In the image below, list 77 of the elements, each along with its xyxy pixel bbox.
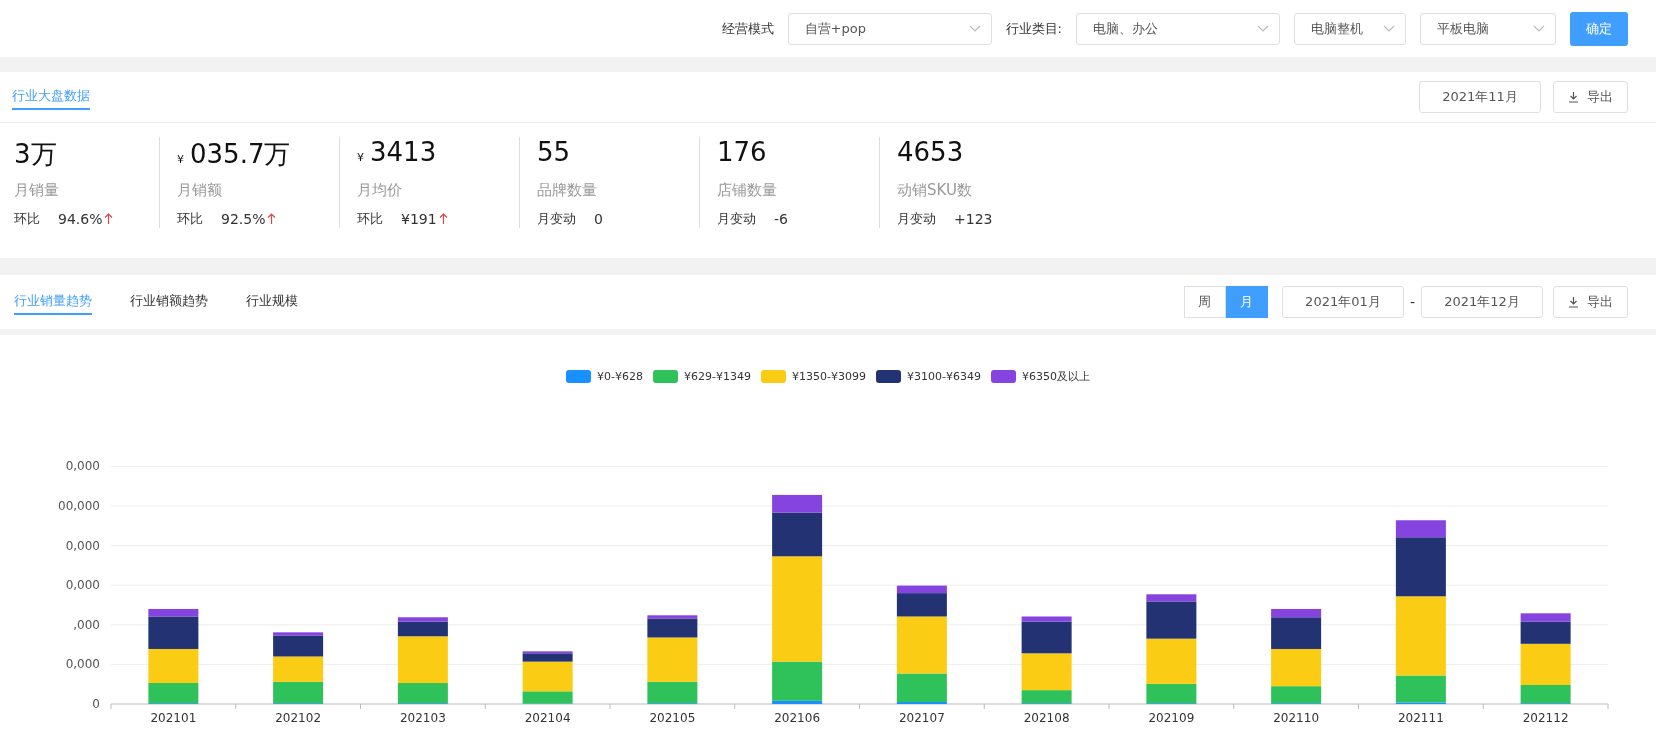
legend-label[interactable]: ¥629-¥1349 (684, 370, 751, 383)
export-button[interactable]: 导出 (1553, 286, 1628, 318)
x-axis-label: 202102 (275, 711, 322, 725)
x-axis-label: 202107 (898, 711, 945, 725)
change-value: -6 (774, 211, 788, 227)
filter-label: 经营模式 (721, 19, 774, 38)
trend-tab[interactable]: 行业规模 (246, 289, 298, 315)
y-axis-label: 0 (92, 697, 100, 711)
metric-label: 动销SKU数 (897, 181, 973, 200)
legend-label[interactable]: ¥1350-¥3099 (792, 370, 866, 383)
metric-label: 店铺数量 (717, 181, 778, 200)
month-picker[interactable]: 2021年11月 (1419, 81, 1541, 113)
change-value: 0 (594, 211, 603, 227)
download-icon (1568, 91, 1579, 103)
x-axis-label: 202105 (649, 711, 696, 725)
metric-label: 月销量 (14, 181, 60, 200)
currency-symbol: ¥ (177, 153, 184, 166)
metric-label: 月均价 (357, 181, 403, 200)
filter-select[interactable]: 电脑整机 (1294, 12, 1406, 45)
change-label: 环比 (14, 210, 40, 228)
change-value: +123 (954, 211, 993, 227)
x-axis-label: 202106 (774, 711, 821, 725)
change-label: 月变动 (537, 210, 576, 228)
filter-select[interactable]: 电脑、办公 (1076, 12, 1280, 45)
y-axis-label: 0,000 (65, 459, 100, 474)
x-axis-label: 202101 (150, 711, 197, 725)
currency-symbol: ¥ (357, 151, 364, 164)
change-value: ¥191 (401, 211, 437, 227)
change-value: 94.6% (58, 211, 103, 227)
change-label: 环比 (357, 210, 383, 228)
metric-value: 55 (537, 137, 571, 167)
change-label: 月变动 (897, 210, 936, 228)
y-axis-label: 0,000 (65, 578, 100, 593)
chevron-down-icon (968, 24, 981, 33)
period-toggle[interactable]: 周 (1183, 286, 1226, 318)
x-axis-label: 202112 (1522, 711, 1569, 725)
x-axis-label: 202104 (524, 711, 571, 725)
x-axis-label: 202109 (1148, 711, 1195, 725)
legend-label[interactable]: ¥3100-¥6349 (906, 370, 981, 383)
change-label: 环比 (177, 210, 203, 228)
metric-value: 3万 (14, 138, 57, 171)
export-button[interactable]: 导出 (1553, 81, 1628, 113)
metric-value: 176 (717, 137, 767, 167)
date-separator: - (1409, 294, 1415, 310)
filter-select[interactable]: 自营+pop (787, 12, 992, 45)
filter-select[interactable]: 平板电脑 (1420, 12, 1556, 45)
bar-segment (273, 656, 324, 682)
legend-swatch[interactable] (990, 370, 1016, 383)
x-axis-label: 202111 (1397, 711, 1444, 725)
y-axis-label: 00,000 (58, 499, 100, 513)
chevron-down-icon (1533, 24, 1545, 33)
trend-tab[interactable]: 行业销额趋势 (130, 289, 208, 315)
metric-label: 品牌数量 (537, 181, 598, 200)
metric-value: 4653 (897, 137, 964, 167)
x-axis-label: 202108 (1023, 711, 1070, 725)
change-label: 月变动 (717, 210, 756, 228)
legend-label[interactable]: ¥6350及以上 (1021, 369, 1090, 384)
legend-label[interactable]: ¥0-¥628 (597, 370, 644, 383)
download-icon (1568, 296, 1579, 308)
start-date-picker[interactable]: 2021年01月 (1281, 286, 1404, 318)
x-axis-label: 202110 (1273, 711, 1320, 725)
end-date-picker[interactable]: 2021年12月 (1421, 286, 1543, 318)
legend-swatch[interactable] (653, 370, 679, 383)
metric-label: 月销额 (177, 181, 223, 200)
chevron-down-icon (1257, 24, 1269, 33)
legend-swatch[interactable] (566, 370, 592, 383)
y-axis-label: 0,000 (65, 538, 100, 553)
metric-value: 3413 (370, 137, 437, 167)
change-value: 92.5% (221, 211, 266, 227)
metric-value: 035.7万 (190, 138, 291, 171)
filter-label: 行业类目: (1005, 19, 1062, 38)
chevron-down-icon (1383, 24, 1395, 33)
x-axis-label: 202103 (399, 711, 446, 725)
y-axis-label: 0,000 (65, 657, 100, 672)
legend-swatch[interactable] (761, 370, 786, 383)
y-axis-label: ,000 (73, 617, 100, 632)
legend-swatch[interactable] (875, 370, 901, 383)
